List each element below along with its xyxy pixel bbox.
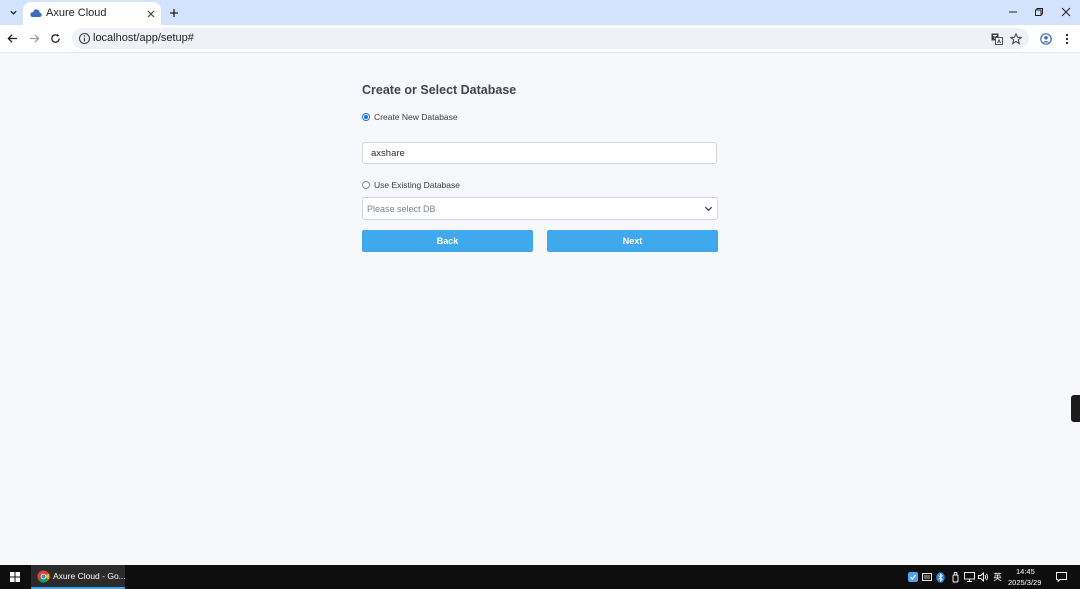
info-icon[interactable] [78,32,91,45]
back-nav-button[interactable] [4,30,21,47]
star-icon [1009,32,1022,45]
tab-title: Axure Cloud [46,7,107,19]
browser-tab-strip: Axure Cloud [0,0,1080,25]
back-button[interactable]: Back [362,230,533,252]
app-tray-icon [907,572,918,582]
use-existing-database-option[interactable]: Use Existing Database [362,180,460,190]
notification-center-button[interactable] [1055,571,1068,583]
windows-logo-icon [9,572,20,582]
minimize-icon [1009,11,1017,13]
minimize-button[interactable] [1001,4,1025,20]
arrow-right-icon [29,34,40,43]
restore-button[interactable] [1027,4,1051,20]
database-select-placeholder: Please select DB [367,204,436,214]
keyboard-icon [921,573,932,581]
create-new-database-option[interactable]: Create New Database [362,112,458,122]
cloud-icon [30,9,42,17]
chevron-down-icon [704,206,713,212]
close-icon [147,10,154,17]
tray-volume-icon[interactable] [978,571,989,583]
volume-icon [978,572,988,582]
reload-button[interactable] [47,30,64,47]
restore-icon [1035,8,1043,16]
profile-button[interactable] [1037,30,1054,47]
tray-keyboard-icon[interactable] [921,571,932,583]
create-new-label: Create New Database [374,112,458,122]
more-vert-icon [1065,33,1068,44]
reload-icon [51,33,60,43]
network-icon [964,572,975,582]
tray-app-icon[interactable] [907,571,918,583]
plus-icon [170,9,178,17]
tray-ime-indicator[interactable]: 英 [992,571,1003,583]
translate-button[interactable] [989,31,1004,46]
chevron-down-icon [9,10,17,15]
arrow-left-icon [7,34,18,43]
forward-nav-button[interactable] [26,30,43,47]
windows-taskbar: Axure Cloud - Go... 英 14:45 2025/3/29 [0,565,1080,589]
browser-toolbar: localhost/app/setup# [0,25,1080,53]
browser-tab-active[interactable]: Axure Cloud [23,2,161,25]
next-button[interactable]: Next [547,230,718,252]
setup-page: Create or Select Database Create New Dat… [0,53,1080,565]
tray-network-icon[interactable] [964,571,975,583]
window-close-button[interactable] [1054,4,1078,20]
page-title: Create or Select Database [362,83,517,97]
notification-icon [1056,572,1067,582]
use-existing-radio[interactable] [362,181,370,189]
use-existing-label: Use Existing Database [374,180,460,190]
taskbar-clock-time[interactable]: 14:45 [1016,567,1035,576]
create-new-radio[interactable] [362,113,370,121]
start-button[interactable] [0,565,29,589]
usb-icon [952,571,959,582]
profile-icon [1039,32,1052,45]
tray-bluetooth-icon[interactable] [935,571,946,583]
bookmark-button[interactable] [1008,31,1023,46]
browser-menu-button[interactable] [1058,30,1075,47]
url-text: localhost/app/setup# [93,32,194,44]
close-icon [1061,7,1071,17]
database-select[interactable]: Please select DB [362,197,718,220]
tab-close-button[interactable] [144,7,157,20]
taskbar-chrome-item[interactable]: Axure Cloud - Go... [31,565,126,589]
taskbar-clock-date[interactable]: 2025/3/29 [1008,578,1041,587]
address-bar[interactable]: localhost/app/setup# [72,28,1029,49]
bluetooth-icon [936,571,945,583]
side-panel-handle[interactable] [1071,395,1080,422]
tab-search-button[interactable] [4,4,22,21]
taskbar-chrome-label: Axure Cloud - Go... [53,571,126,581]
tray-usb-icon[interactable] [950,571,961,583]
translate-icon [991,33,1003,45]
database-name-input[interactable] [362,142,717,164]
chrome-icon [37,570,50,583]
new-tab-button[interactable] [166,5,182,21]
